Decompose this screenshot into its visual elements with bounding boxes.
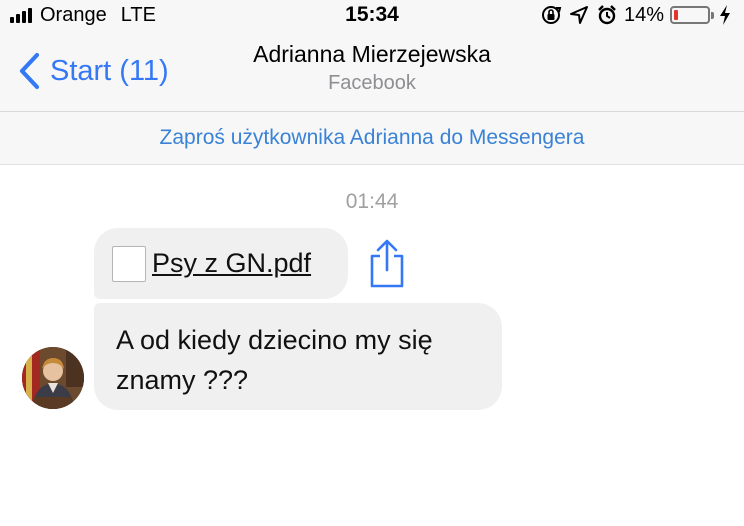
contact-source: Facebook: [328, 72, 416, 94]
message-timestamp: 01:44: [345, 190, 399, 213]
invite-link[interactable]: Zaproś użytkownika Adrianna do Messenger…: [160, 126, 585, 150]
avatar[interactable]: [22, 347, 84, 409]
battery-icon: [670, 6, 714, 24]
battery-tip: [711, 12, 714, 19]
battery-level: [674, 10, 678, 20]
message-text: A od kiedy dziecino my się znamy ???: [116, 325, 433, 395]
file-thumbnail-icon: [112, 245, 146, 282]
status-right: 14%: [534, 4, 732, 26]
file-name-link[interactable]: Psy z GN.pdf: [152, 248, 311, 279]
file-message-bubble[interactable]: Psy z GN.pdf: [94, 228, 348, 299]
share-icon[interactable]: [366, 238, 408, 290]
charging-icon: [720, 5, 730, 25]
navigation-bar: Start (11) Adrianna Mierzejewska Faceboo…: [0, 30, 744, 112]
text-message-bubble[interactable]: A od kiedy dziecino my się znamy ???: [94, 303, 502, 410]
contact-name[interactable]: Adrianna Mierzejewska: [0, 41, 744, 68]
location-icon: [569, 6, 588, 24]
battery-percent: 14%: [623, 3, 664, 26]
invite-banner: Zaproś użytkownika Adrianna do Messenger…: [0, 112, 744, 165]
alarm-icon: [598, 5, 616, 25]
avatar-photo-icon: [22, 347, 84, 409]
status-bar: Orange LTE 15:34 14%: [0, 0, 744, 30]
rotation-lock-icon: [541, 6, 562, 24]
